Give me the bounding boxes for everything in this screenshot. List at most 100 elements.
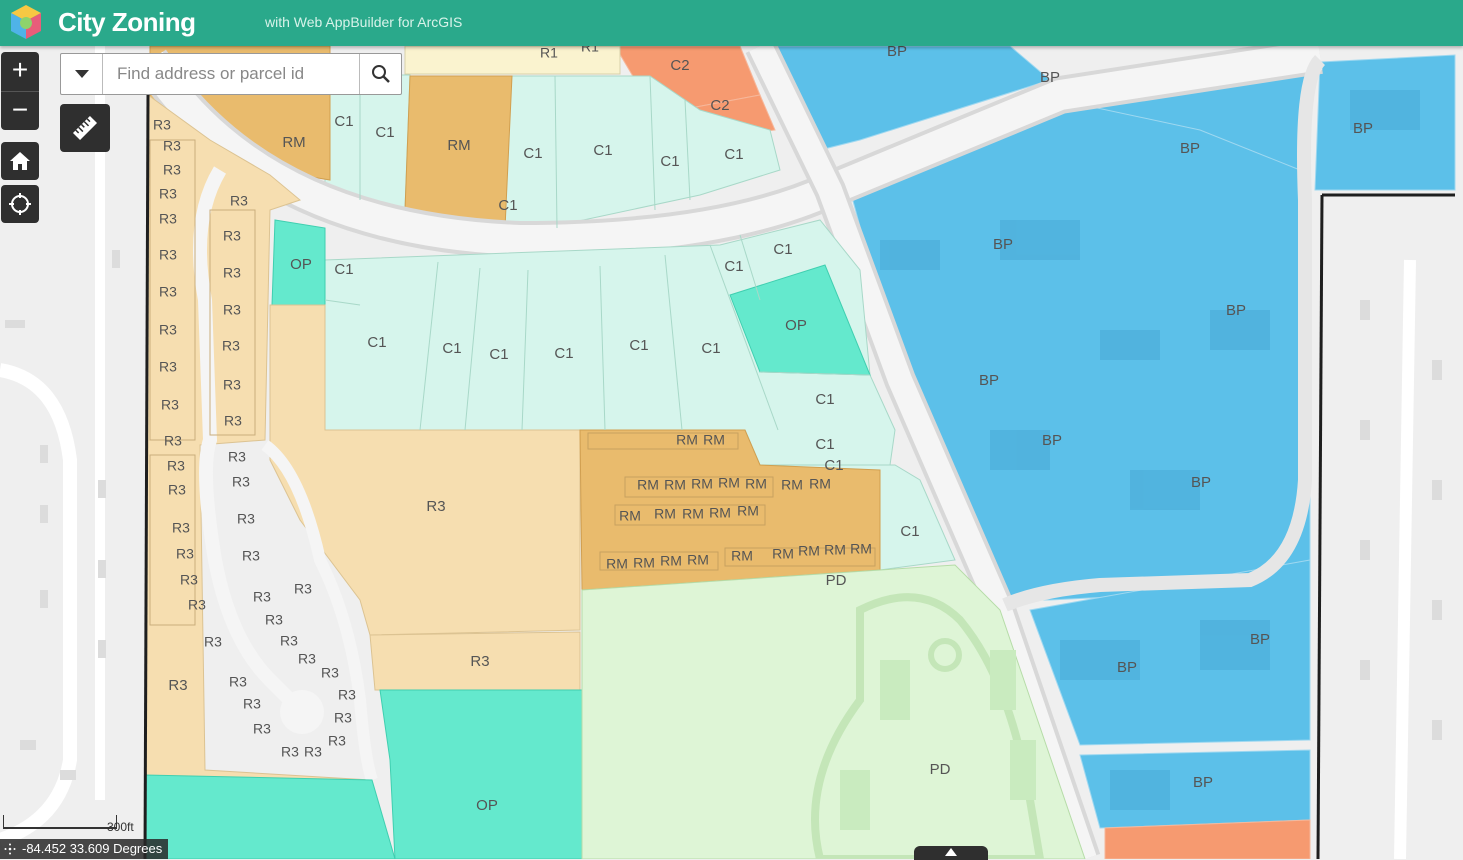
zone-label-r3: R3 <box>224 413 242 429</box>
zone-label-op: OP <box>785 317 807 334</box>
zone-label-r3: R3 <box>222 338 240 354</box>
zone-label-rm: RM <box>703 432 725 448</box>
zone-label-c1: C1 <box>498 197 517 214</box>
my-location-button[interactable] <box>1 185 39 223</box>
zone-label-r3: R3 <box>334 710 352 726</box>
zone-label-c1: C1 <box>442 340 461 357</box>
zone-label-r3: R3 <box>161 397 179 413</box>
zone-label-bp: BP <box>993 236 1013 253</box>
coordinate-readout: -84.452 33.609 Degrees <box>0 839 169 859</box>
zone-label-r3: R3 <box>159 186 177 202</box>
zone-label-c1: C1 <box>815 391 834 408</box>
zone-label-rm: RM <box>731 548 753 564</box>
zone-label-bp: BP <box>1193 774 1213 791</box>
app-title: City Zoning <box>58 7 196 37</box>
zone-label-c1: C1 <box>724 258 743 275</box>
zone-label-r3: R3 <box>159 211 177 227</box>
measurement-button[interactable] <box>60 104 110 152</box>
ruler-icon <box>72 115 98 141</box>
zone-label-r3: R3 <box>253 721 271 737</box>
zone-label-r3: R3 <box>298 651 316 667</box>
zone-label-rm: RM <box>606 556 628 572</box>
zone-label-bp: BP <box>1353 120 1373 137</box>
zone-label-r3: R3 <box>176 546 194 562</box>
zone-label-rm: RM <box>718 475 740 491</box>
zone-label-r3: R3 <box>223 228 241 244</box>
zone-label-rm: RM <box>824 542 846 558</box>
app-subtitle: with Web AppBuilder for ArcGIS <box>265 14 463 30</box>
zoning-map[interactable]: R1 R1 C2 C2 BP BP BP BP BP BP BP BP BP B… <box>0 46 1463 859</box>
zone-label-rm: RM <box>447 137 470 154</box>
zone-label-pd: PD <box>930 761 951 778</box>
zone-label-rm: RM <box>654 506 676 522</box>
zone-label-op: OP <box>290 256 312 273</box>
zoom-in-button[interactable]: + <box>1 52 39 90</box>
zone-label-rm: RM <box>633 555 655 571</box>
zone-label-rm: RM <box>664 477 686 493</box>
zoom-out-button[interactable]: − <box>1 91 39 130</box>
zone-label-r3: R3 <box>159 284 177 300</box>
zone-label-bp: BP <box>1040 69 1060 86</box>
zone-label-r3: R3 <box>223 377 241 393</box>
zone-label-c2: C2 <box>710 97 729 114</box>
zone-label-r3: R3 <box>294 581 312 597</box>
coordinate-text: -84.452 33.609 Degrees <box>22 841 163 856</box>
zone-label-rm: RM <box>691 476 713 492</box>
bottom-panel-toggle[interactable] <box>914 846 988 860</box>
zone-label-r3: R3 <box>243 696 261 712</box>
search-icon <box>371 65 390 83</box>
map-canvas[interactable]: R1 R1 C2 C2 BP BP BP BP BP BP BP BP BP B… <box>0 46 1463 859</box>
zone-label-r1: R1 <box>540 46 558 61</box>
zone-label-c1: C1 <box>773 241 792 258</box>
zone-label-c1: C1 <box>724 146 743 163</box>
zone-label-r3: R3 <box>168 677 187 694</box>
zone-label-r3: R3 <box>223 302 241 318</box>
app-header: City Zoning with Web AppBuilder for ArcG… <box>0 0 1463 46</box>
zone-label-bp: BP <box>1180 140 1200 157</box>
search-button[interactable] <box>359 54 401 94</box>
zone-label-c1: C1 <box>815 436 834 453</box>
zone-label-c1: C1 <box>629 337 648 354</box>
zone-label-op: OP <box>476 797 498 814</box>
zone-label-r3: R3 <box>328 733 346 749</box>
zone-label-c1: C1 <box>367 334 386 351</box>
home-button[interactable] <box>1 142 39 180</box>
zone-label-bp: BP <box>1042 432 1062 449</box>
zone-label-bp: BP <box>1250 631 1270 648</box>
zone-label-bp: BP <box>1117 659 1137 676</box>
zone-label-rm: RM <box>781 477 803 493</box>
zone-label-r3: R3 <box>242 548 260 564</box>
zone-label-c1: C1 <box>554 345 573 362</box>
zone-label-c1: C1 <box>334 113 353 130</box>
zone-label-r3: R3 <box>230 193 248 209</box>
zone-label-r3: R3 <box>223 265 241 281</box>
zone-label-r3: R3 <box>159 322 177 338</box>
app-logo-icon <box>11 5 41 39</box>
zone-label-c2: C2 <box>670 57 689 74</box>
zoom-control: + − <box>1 52 39 130</box>
zone-label-r3: R3 <box>163 162 181 178</box>
zone-label-r3: R3 <box>168 482 186 498</box>
zone-label-r3: R3 <box>229 674 247 690</box>
zone-label-r1: R1 <box>581 46 599 55</box>
search-input[interactable] <box>103 54 359 94</box>
chevron-up-icon <box>945 848 957 856</box>
chevron-down-icon <box>74 70 89 78</box>
zone-label-rm: RM <box>660 553 682 569</box>
zone-label-rm: RM <box>809 476 831 492</box>
zone-label-rm: RM <box>637 477 659 493</box>
zone-label-rm: RM <box>682 506 704 522</box>
zone-label-r3: R3 <box>265 612 283 628</box>
scale-bar <box>3 815 117 829</box>
zone-label-c1: C1 <box>900 523 919 540</box>
crosshair-icon[interactable] <box>4 843 16 855</box>
zone-label-r3: R3 <box>180 572 198 588</box>
zone-label-c1: C1 <box>334 261 353 278</box>
zone-label-rm: RM <box>282 134 305 151</box>
zone-label-c1: C1 <box>523 145 542 162</box>
zone-label-r3: R3 <box>163 138 181 154</box>
search-source-dropdown[interactable] <box>61 54 103 94</box>
zone-label-rm: RM <box>737 503 759 519</box>
zone-label-r3: R3 <box>304 744 322 760</box>
zone-label-r3: R3 <box>253 589 271 605</box>
